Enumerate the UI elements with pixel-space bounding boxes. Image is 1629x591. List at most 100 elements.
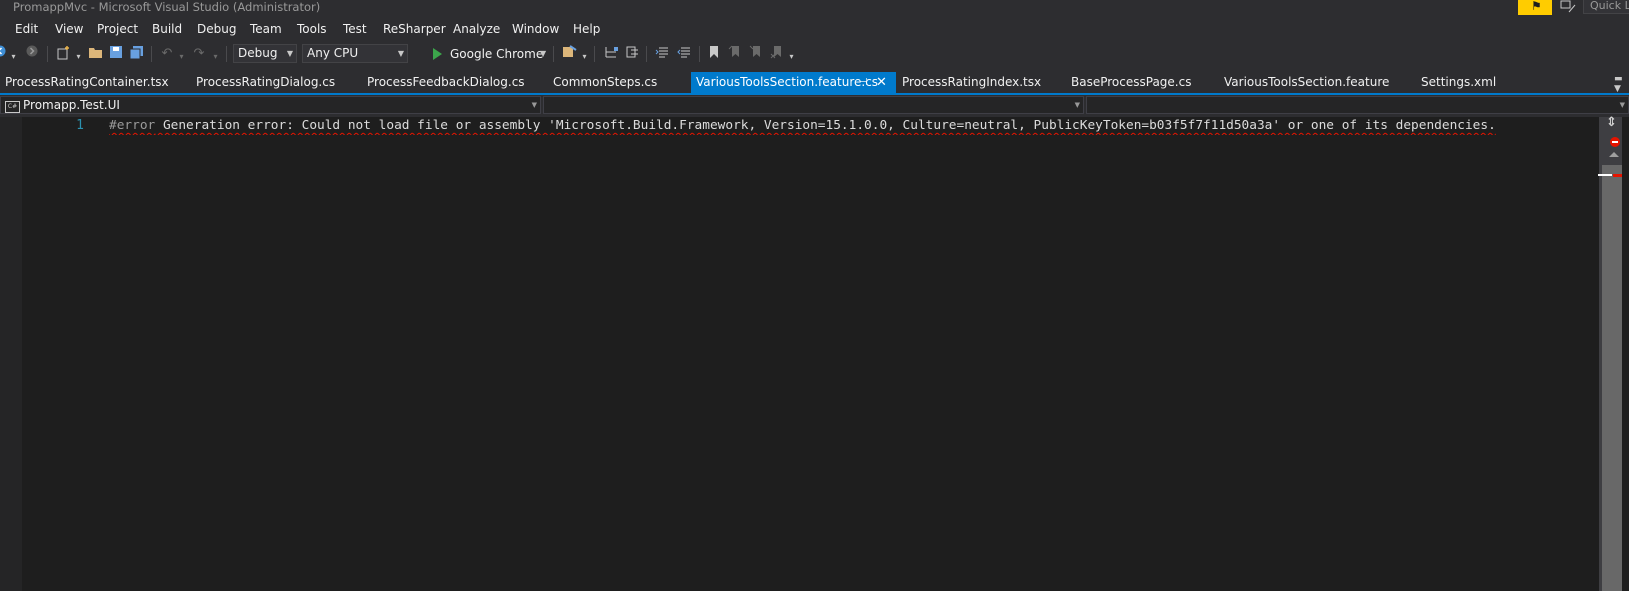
toolbar-separator [594, 46, 595, 62]
chevron-down-icon: ▼ [1074, 101, 1080, 109]
tab-label: CommonSteps.cs [553, 75, 658, 89]
tab-label: ProcessRatingContainer.tsx [5, 75, 169, 89]
menu-resharper[interactable]: ReSharper [383, 22, 446, 36]
title-bar: PromappMvc - Microsoft Visual Studio (Ad… [0, 0, 1629, 18]
caret-position-marker [1598, 174, 1612, 176]
previous-bookmark-icon[interactable] [727, 45, 741, 63]
bookmark-icon[interactable] [707, 45, 721, 63]
toolbar-separator [47, 46, 48, 62]
new-project-icon[interactable] [55, 45, 71, 63]
comment-lines-icon[interactable] [654, 45, 670, 63]
error-message: Generation error: Could not load file or… [155, 118, 1496, 133]
toolbar-separator [646, 46, 647, 62]
tab-processratingcontainer[interactable]: ProcessRatingContainer.tsx [0, 72, 190, 93]
redo-dropdown-icon[interactable]: ▾ [211, 48, 220, 66]
next-bookmark-icon[interactable] [748, 45, 762, 63]
menu-view[interactable]: View [55, 22, 83, 36]
member-select[interactable]: ▼ [1086, 96, 1629, 114]
clear-bookmarks-icon[interactable] [769, 45, 783, 63]
tab-processratingdialog[interactable]: ProcessRatingDialog.cs [191, 72, 361, 93]
redo-icon[interactable]: ↷ [192, 45, 206, 63]
save-all-icon[interactable] [128, 45, 144, 63]
split-window-icon[interactable]: ⇕ [1606, 115, 1617, 130]
tab-label: VariousToolsSection.feature.cs [696, 75, 879, 89]
save-icon[interactable] [108, 45, 124, 63]
browser-link-dropdown-icon[interactable]: ▾ [580, 48, 589, 66]
tab-varioustoolssection-feature[interactable]: VariousToolsSection.feature [1219, 72, 1415, 93]
tab-commonsteps[interactable]: CommonSteps.cs [548, 72, 690, 93]
run-target-dropdown-icon[interactable]: ▼ [540, 45, 546, 63]
platform-value: Any CPU [307, 46, 359, 60]
feedback-icon[interactable] [1560, 0, 1576, 14]
close-icon[interactable]: ✕ [876, 72, 887, 93]
error-directive: #error [109, 118, 156, 133]
toolbar-separator [553, 46, 554, 62]
menu-test[interactable]: Test [343, 22, 367, 36]
menu-analyze[interactable]: Analyze [453, 22, 500, 36]
platform-select[interactable]: Any CPU ▼ [302, 44, 408, 63]
open-folder-icon[interactable] [87, 45, 103, 63]
browser-link-icon[interactable] [561, 45, 577, 63]
tab-processfeedbackdialog[interactable]: ProcessFeedbackDialog.cs [362, 72, 547, 93]
scroll-up-icon[interactable] [1609, 152, 1619, 157]
code-editor[interactable]: 1 #error Generation error: Could not loa… [0, 117, 1629, 591]
chevron-down-icon: ▼ [1619, 101, 1625, 109]
undo-icon[interactable]: ↶ [160, 45, 174, 63]
run-target-button[interactable]: Google Chrome [450, 45, 543, 63]
menu-tools[interactable]: Tools [297, 22, 327, 36]
forward-icon[interactable] [25, 45, 39, 63]
notification-flag-icon: ⚑ [1531, 0, 1542, 13]
document-tab-strip: ProcessRatingContainer.tsx ProcessRating… [0, 72, 1629, 94]
error-marker[interactable] [1613, 174, 1622, 177]
tab-label: ProcessRatingIndex.tsx [902, 75, 1042, 89]
type-select[interactable]: ▼ [543, 96, 1084, 114]
tab-label: ProcessRatingDialog.cs [196, 75, 336, 89]
navigation-bar: C# Promapp.Test.UI ▼ ▼ ▼ [0, 95, 1629, 115]
notification-button[interactable]: ⚑ [1518, 0, 1552, 15]
tab-label: ProcessFeedbackDialog.cs [367, 75, 525, 89]
back-icon[interactable] [0, 45, 6, 63]
menu-edit[interactable]: Edit [15, 22, 38, 36]
code-line[interactable]: #error Generation error: Could not load … [109, 117, 1599, 135]
tab-overflow-icon[interactable]: ▬ ▼ [1614, 74, 1623, 94]
pin-icon[interactable]: ⊣ [859, 72, 868, 93]
toolbar-overflow-icon[interactable]: ▾ [787, 48, 796, 66]
tab-processratingindex[interactable]: ProcessRatingIndex.tsx [897, 72, 1065, 93]
undo-dropdown-icon[interactable]: ▾ [177, 48, 186, 66]
menu-build[interactable]: Build [152, 22, 182, 36]
new-project-dropdown-icon[interactable]: ▾ [74, 48, 83, 66]
menu-debug[interactable]: Debug [197, 22, 236, 36]
uncomment-lines-icon[interactable] [676, 45, 692, 63]
standard-toolbar: ▾ ▾ ↶ ▾ ↷ ▾ Debug ▼ Any CPU ▼ Google Chr… [0, 41, 1629, 67]
configuration-select[interactable]: Debug ▼ [233, 44, 297, 63]
quick-launch-input[interactable]: Quick L [1583, 0, 1629, 14]
csharp-project-icon: C# [5, 101, 20, 113]
configuration-value: Debug [238, 46, 278, 60]
tab-settings-xml[interactable]: Settings.xml [1416, 72, 1536, 93]
menu-bar: Edit View Project Build Debug Team Tools… [0, 18, 1629, 40]
tab-label: BaseProcessPage.cs [1071, 75, 1192, 89]
indicator-margin[interactable] [0, 117, 22, 591]
menu-help[interactable]: Help [573, 22, 600, 36]
project-select[interactable]: C# Promapp.Test.UI ▼ [0, 96, 541, 114]
menu-window[interactable]: Window [512, 22, 559, 36]
play-icon[interactable] [433, 48, 442, 60]
tab-label: VariousToolsSection.feature [1224, 75, 1390, 89]
toolbar-separator [699, 46, 700, 62]
tab-varioustoolssection-feature-cs[interactable]: VariousToolsSection.feature.cs ⊣ ✕ [691, 72, 896, 93]
tab-label: Settings.xml [1421, 75, 1497, 89]
tab-baseprocesspage[interactable]: BaseProcessPage.cs [1066, 72, 1218, 93]
menu-project[interactable]: Project [97, 22, 138, 36]
toolbar-separator [226, 46, 227, 62]
line-number: 1 [76, 118, 84, 133]
chevron-down-icon: ▼ [286, 49, 293, 58]
toolbar-separator [151, 46, 152, 62]
scrollbar-thumb[interactable] [1602, 165, 1622, 591]
back-dropdown-icon[interactable]: ▾ [9, 48, 18, 66]
menu-team[interactable]: Team [250, 22, 282, 36]
error-indicator-icon[interactable] [1610, 137, 1620, 147]
chevron-down-icon: ▼ [397, 49, 404, 58]
window-title: PromappMvc - Microsoft Visual Studio (Ad… [13, 0, 321, 14]
step-over-icon[interactable] [624, 45, 640, 63]
step-into-icon[interactable] [603, 45, 619, 63]
